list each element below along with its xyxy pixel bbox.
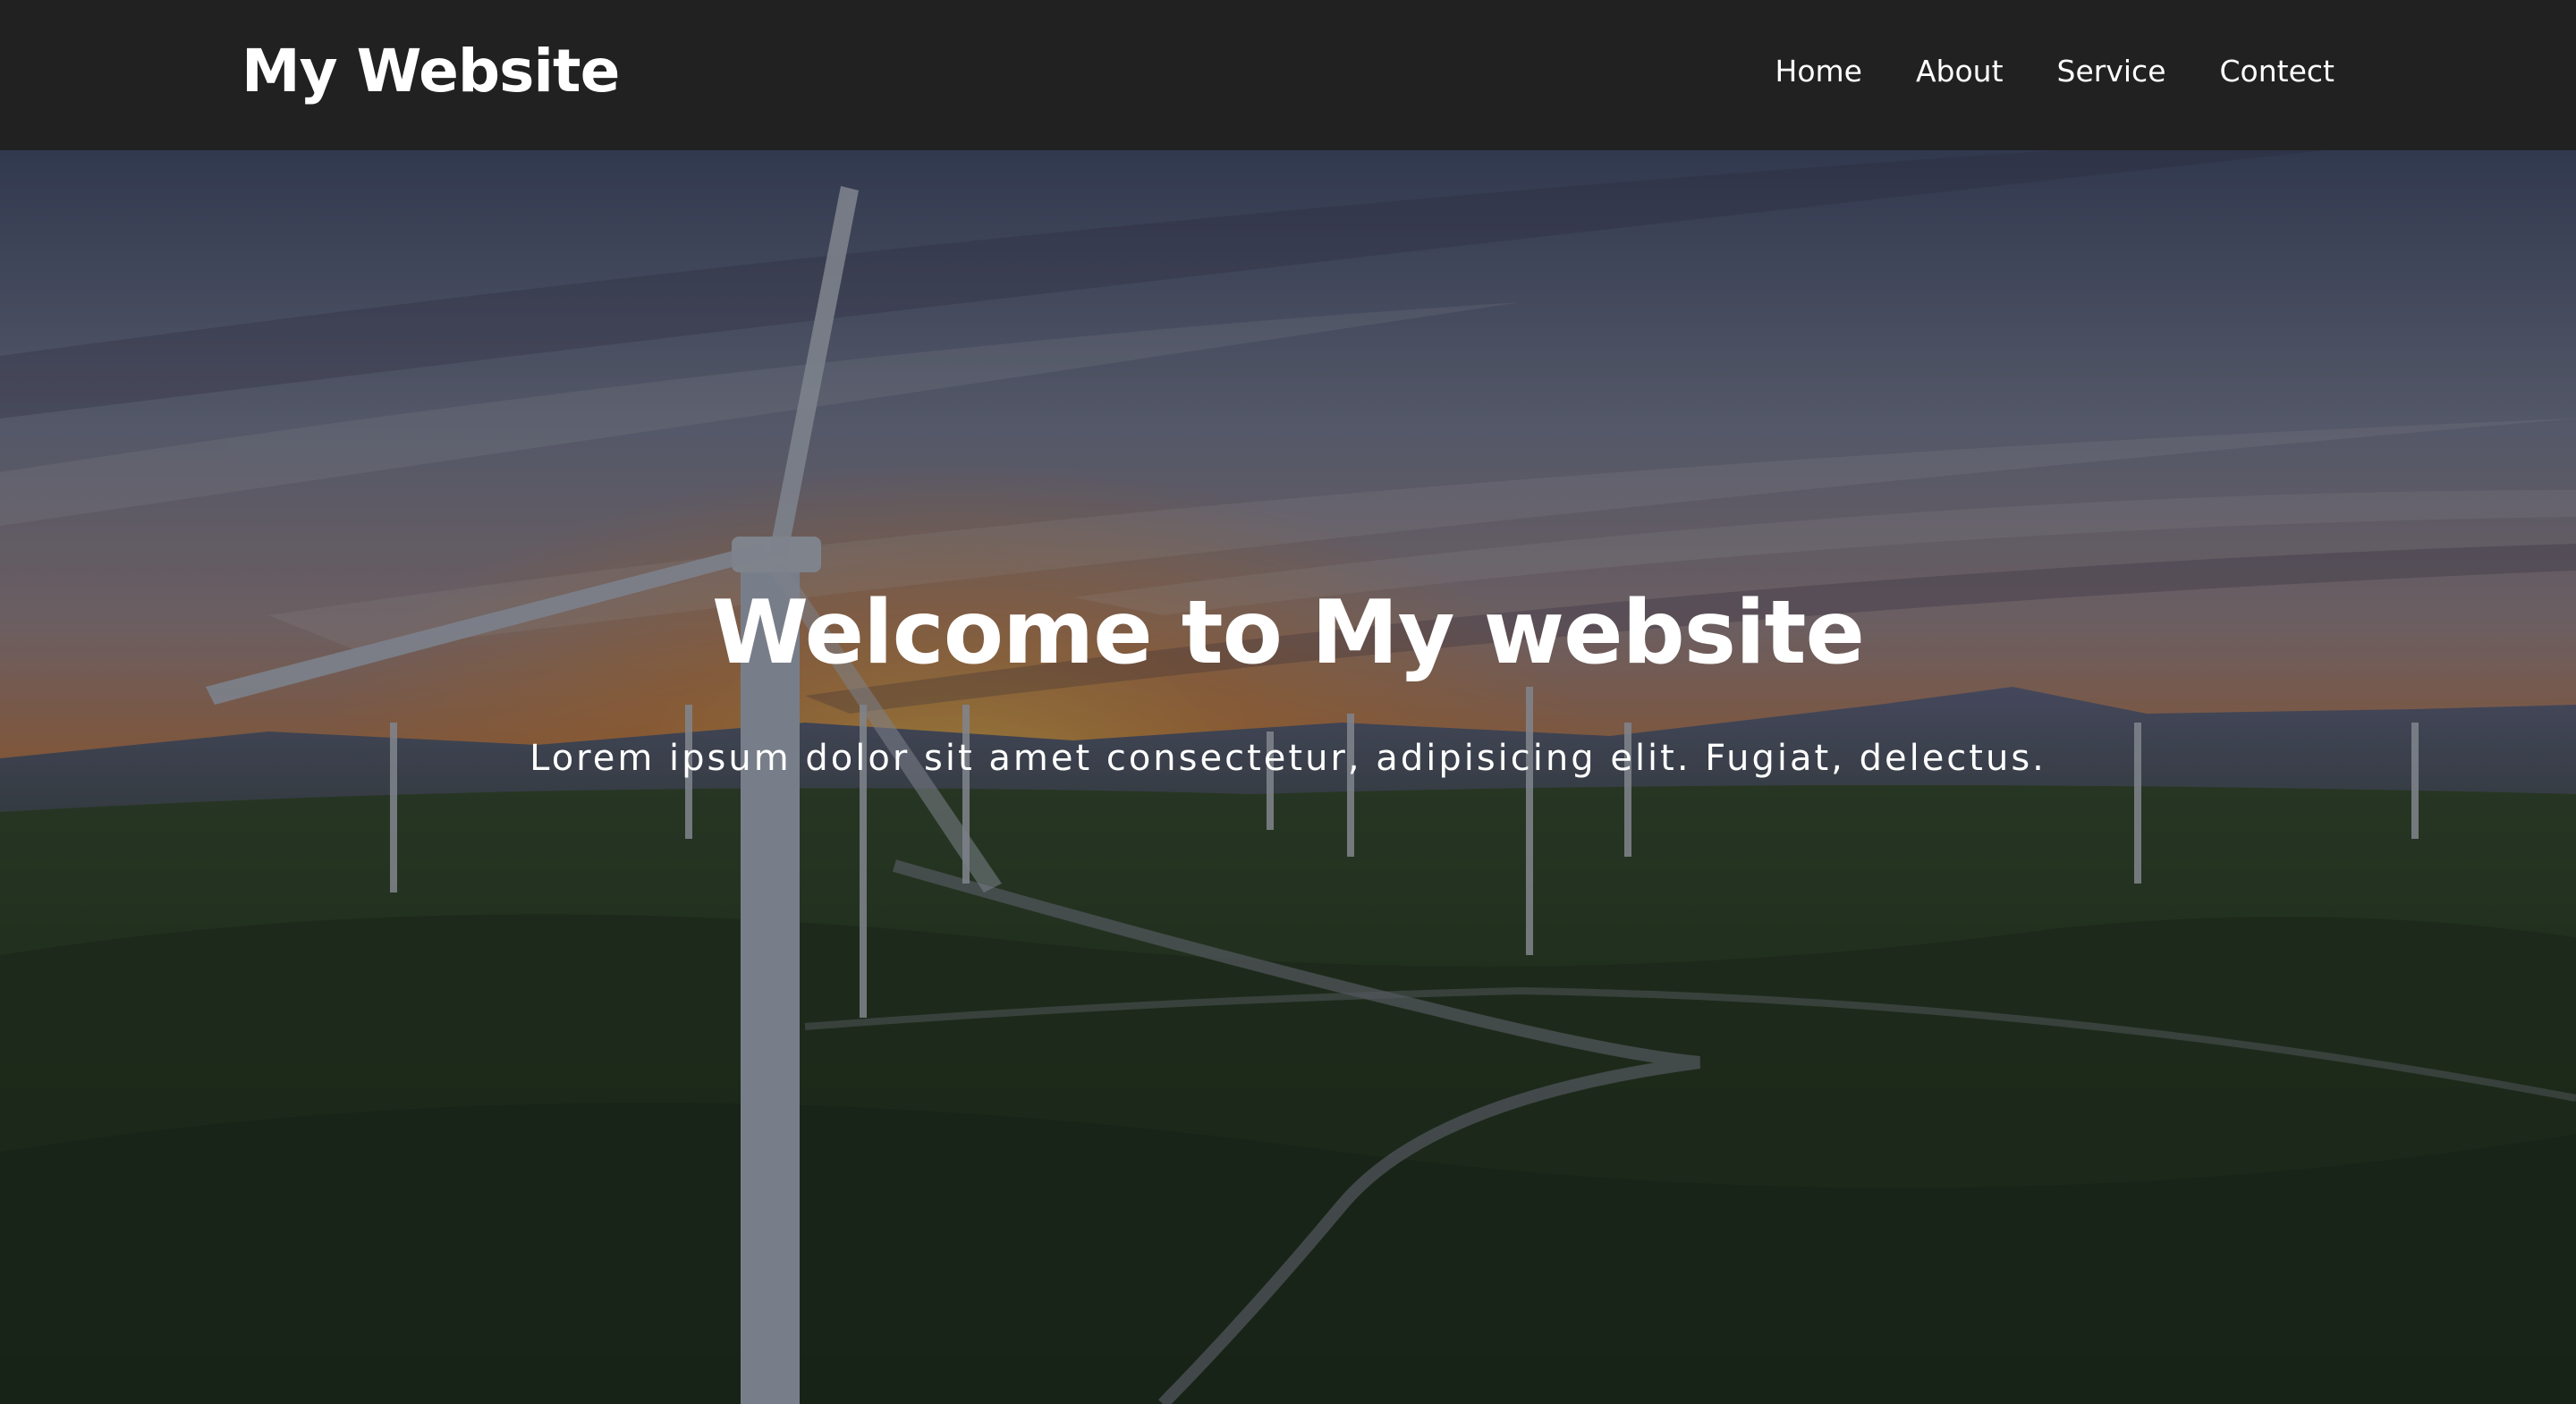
nav-item-home: Home [1775, 50, 1862, 93]
hero-subtitle: Lorem ipsum dolor sit amet consectetur, … [530, 738, 2046, 779]
nav-link-contect[interactable]: Contect [2220, 50, 2334, 93]
nav-item-service: Service [2057, 50, 2166, 93]
navbar: My Website Home About Service Contect [0, 0, 2576, 150]
nav-links: Home About Service Contect [1775, 50, 2334, 93]
nav-item-contect: Contect [2220, 50, 2334, 93]
hero-section: Welcome to My website Lorem ipsum dolor … [0, 150, 2576, 1404]
hero-content: Welcome to My website Lorem ipsum dolor … [0, 579, 2576, 783]
nav-link-service[interactable]: Service [2057, 50, 2166, 93]
site-logo[interactable]: My Website [242, 36, 620, 107]
hero-title: Welcome to My website [712, 582, 1865, 684]
nav-item-about: About [1916, 50, 2004, 93]
nav-link-about[interactable]: About [1916, 50, 2004, 93]
nav-link-home[interactable]: Home [1775, 50, 1862, 93]
